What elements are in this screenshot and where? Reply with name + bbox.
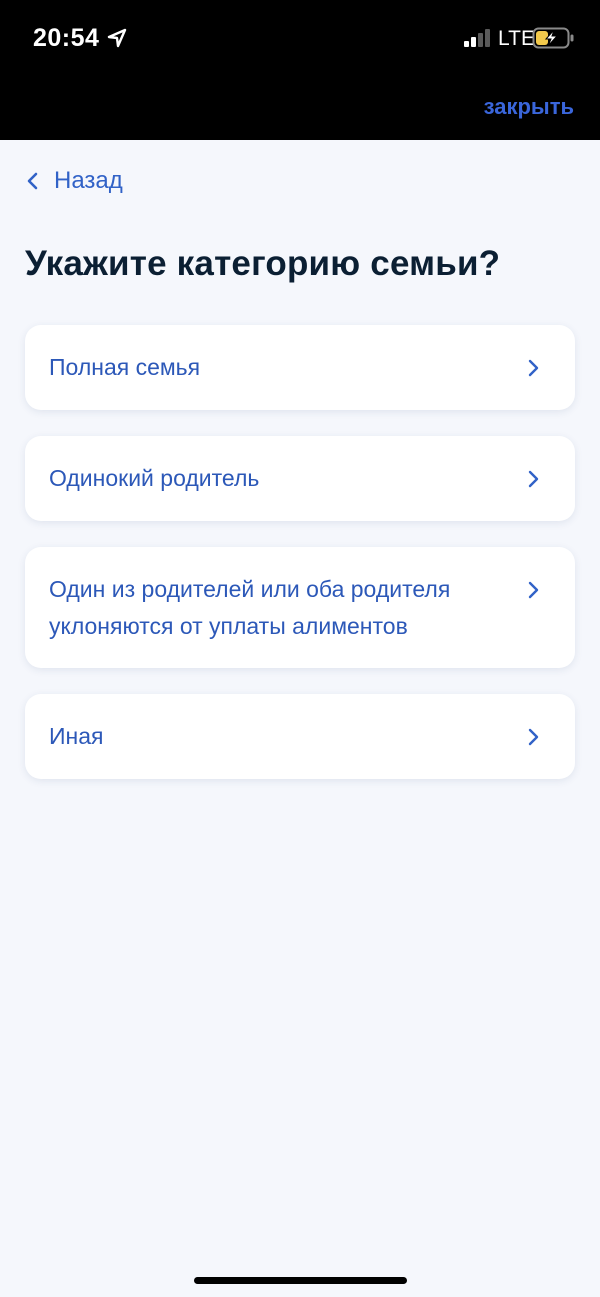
chevron-right-icon (528, 359, 539, 377)
status-bar: 20:54 LTE закрыть (0, 0, 600, 140)
close-button[interactable]: закрыть (484, 92, 574, 122)
battery-charging-icon (532, 27, 574, 49)
option-alimony-evasion[interactable]: Один из родителей или оба родителя уклон… (25, 547, 575, 668)
option-other[interactable]: Иная (25, 694, 575, 779)
status-time: 20:54 (33, 24, 100, 52)
option-label: Одинокий родитель (49, 465, 260, 491)
chevron-left-icon (27, 172, 38, 190)
option-label: Полная семья (49, 354, 201, 380)
cellular-signal-icon (464, 29, 490, 47)
chevron-right-icon (528, 470, 539, 488)
back-button[interactable]: Назад (26, 164, 123, 198)
page-title: Укажите категорию семьи? (25, 244, 501, 283)
chevron-right-icon (528, 728, 539, 746)
option-single-parent[interactable]: Одинокий родитель (25, 436, 575, 521)
option-label: Один из родителей или оба родителя уклон… (49, 576, 451, 639)
option-full-family[interactable]: Полная семья (25, 325, 575, 410)
option-label: Иная (49, 723, 104, 749)
home-indicator[interactable] (194, 1277, 407, 1284)
chevron-right-icon (528, 581, 539, 599)
network-type: LTE (498, 27, 535, 50)
location-arrow-icon (107, 28, 127, 48)
back-label: Назад (54, 167, 123, 194)
